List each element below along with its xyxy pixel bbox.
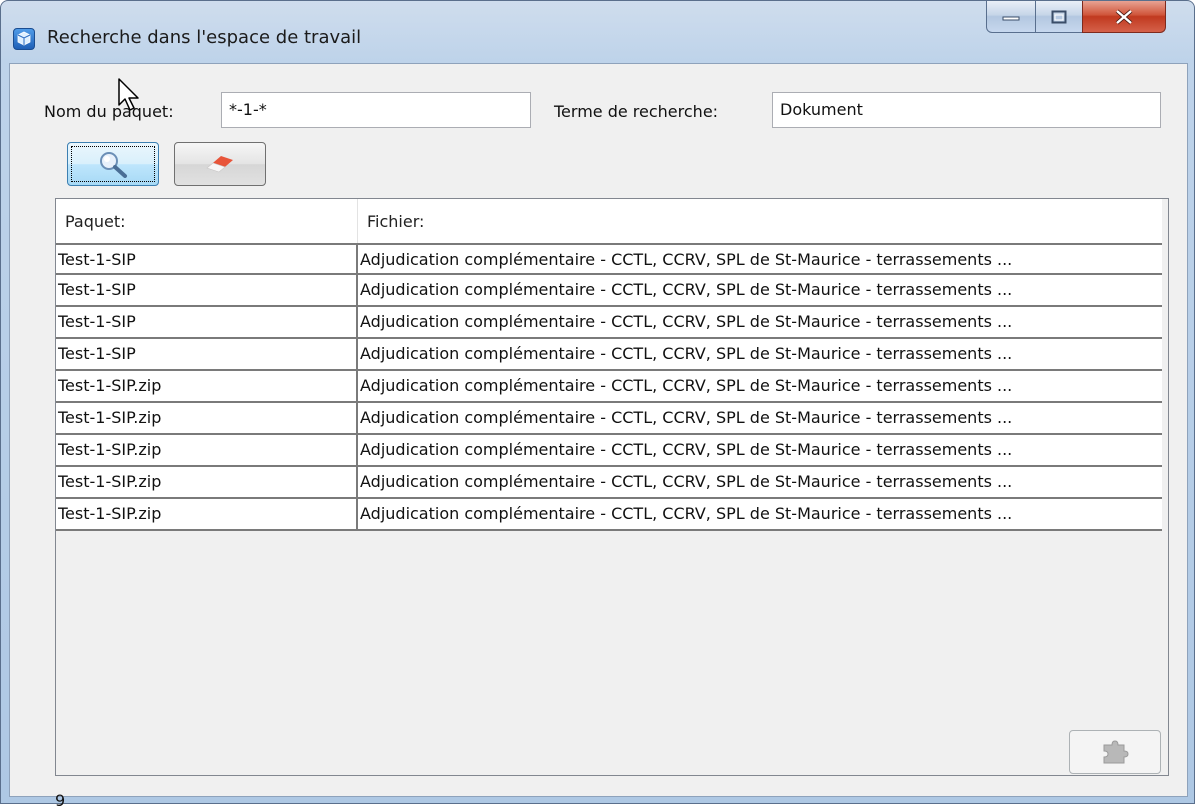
- app-cube-icon: [13, 28, 35, 50]
- cell-paquet: Test-1-SIP.zip: [56, 403, 358, 433]
- table-row[interactable]: Test-1-SIP Adjudication complémentaire - …: [56, 339, 1162, 371]
- cell-paquet: Test-1-SIP.zip: [56, 467, 358, 497]
- table-row[interactable]: Test-1-SIP.zip Adjudication complémentair…: [56, 371, 1162, 403]
- cell-fichier: Adjudication complémentaire - CCTL, CCRV…: [360, 408, 1013, 427]
- cell-fichier: Adjudication complémentaire - CCTL, CCRV…: [360, 344, 1013, 363]
- cell-fichier: Adjudication complémentaire - CCTL, CCRV…: [360, 376, 1013, 395]
- result-count: 9: [55, 791, 66, 810]
- client-area: Nom du paquet: *-1-* Terme de recherche:…: [9, 63, 1188, 810]
- cell-paquet: Test-1-SIP: [56, 245, 358, 275]
- cell-paquet: Test-1-SIP.zip: [56, 371, 358, 401]
- cell-paquet: Test-1-SIP: [56, 275, 358, 305]
- cell-fichier: Adjudication complémentaire - CCTL, CCRV…: [360, 312, 1013, 331]
- title-bar[interactable]: Recherche dans l'espace de travail: [1, 1, 1194, 63]
- table-row[interactable]: Test-1-SIP.zip Adjudication complémentair…: [56, 467, 1162, 499]
- cell-fichier: Adjudication complémentaire - CCTL, CCRV…: [360, 504, 1013, 523]
- search-term-input[interactable]: Dokument: [772, 92, 1161, 128]
- table-row[interactable]: Test-1-SIP Adjudication complémentaire - …: [56, 275, 1162, 307]
- table-row[interactable]: Test-1-SIP.zip Adjudication complémentair…: [56, 435, 1162, 467]
- results-table[interactable]: Paquet: Fichier: Test-1-SIP Adjudication …: [55, 198, 1169, 776]
- table-row[interactable]: Test-1-SIP Adjudication complémentaire - …: [56, 307, 1162, 339]
- cell-paquet: Test-1-SIP: [56, 339, 358, 369]
- maximize-button[interactable]: [1035, 1, 1083, 33]
- minimize-button[interactable]: [986, 1, 1036, 33]
- magnifier-icon: [100, 152, 127, 178]
- column-header-paquet[interactable]: Paquet:: [56, 199, 358, 243]
- package-name-input[interactable]: *-1-*: [221, 92, 531, 128]
- window-title: Recherche dans l'espace de travail: [47, 27, 362, 48]
- close-button[interactable]: [1082, 1, 1166, 33]
- table-body: Test-1-SIP Adjudication complémentaire - …: [56, 243, 1162, 531]
- close-icon: [1115, 8, 1133, 25]
- cell-paquet: Test-1-SIP: [56, 307, 358, 337]
- cell-fichier: Adjudication complémentaire - CCTL, CCRV…: [360, 280, 1013, 299]
- table-row[interactable]: Test-1-SIP.zip Adjudication complémentair…: [56, 499, 1162, 531]
- package-name-label: Nom du paquet:: [44, 102, 174, 121]
- search-button[interactable]: [67, 142, 159, 186]
- eraser-icon: [206, 156, 233, 173]
- search-term-label: Terme de recherche:: [554, 102, 719, 121]
- search-window: Recherche dans l'espace de travail Nom d…: [0, 0, 1195, 810]
- mouse-cursor-icon: [118, 78, 139, 111]
- cell-fichier: Adjudication complémentaire - CCTL, CCRV…: [360, 472, 1013, 491]
- table-row[interactable]: Test-1-SIP.zip Adjudication complémentair…: [56, 403, 1162, 435]
- maximize-icon: [1051, 10, 1067, 23]
- clear-button[interactable]: [174, 142, 266, 186]
- puzzle-icon: [1103, 740, 1129, 764]
- minimize-icon: [1002, 16, 1020, 20]
- open-package-button[interactable]: [1069, 730, 1161, 774]
- table-row[interactable]: Test-1-SIP Adjudication complémentaire - …: [56, 243, 1162, 275]
- cell-paquet: Test-1-SIP.zip: [56, 435, 358, 465]
- table-header: Paquet: Fichier:: [56, 199, 1162, 244]
- cell-fichier: Adjudication complémentaire - CCTL, CCRV…: [360, 440, 1013, 459]
- column-header-fichier[interactable]: Fichier:: [358, 199, 1162, 243]
- cell-paquet: Test-1-SIP.zip: [56, 499, 358, 529]
- cell-fichier: Adjudication complémentaire - CCTL, CCRV…: [360, 250, 1013, 269]
